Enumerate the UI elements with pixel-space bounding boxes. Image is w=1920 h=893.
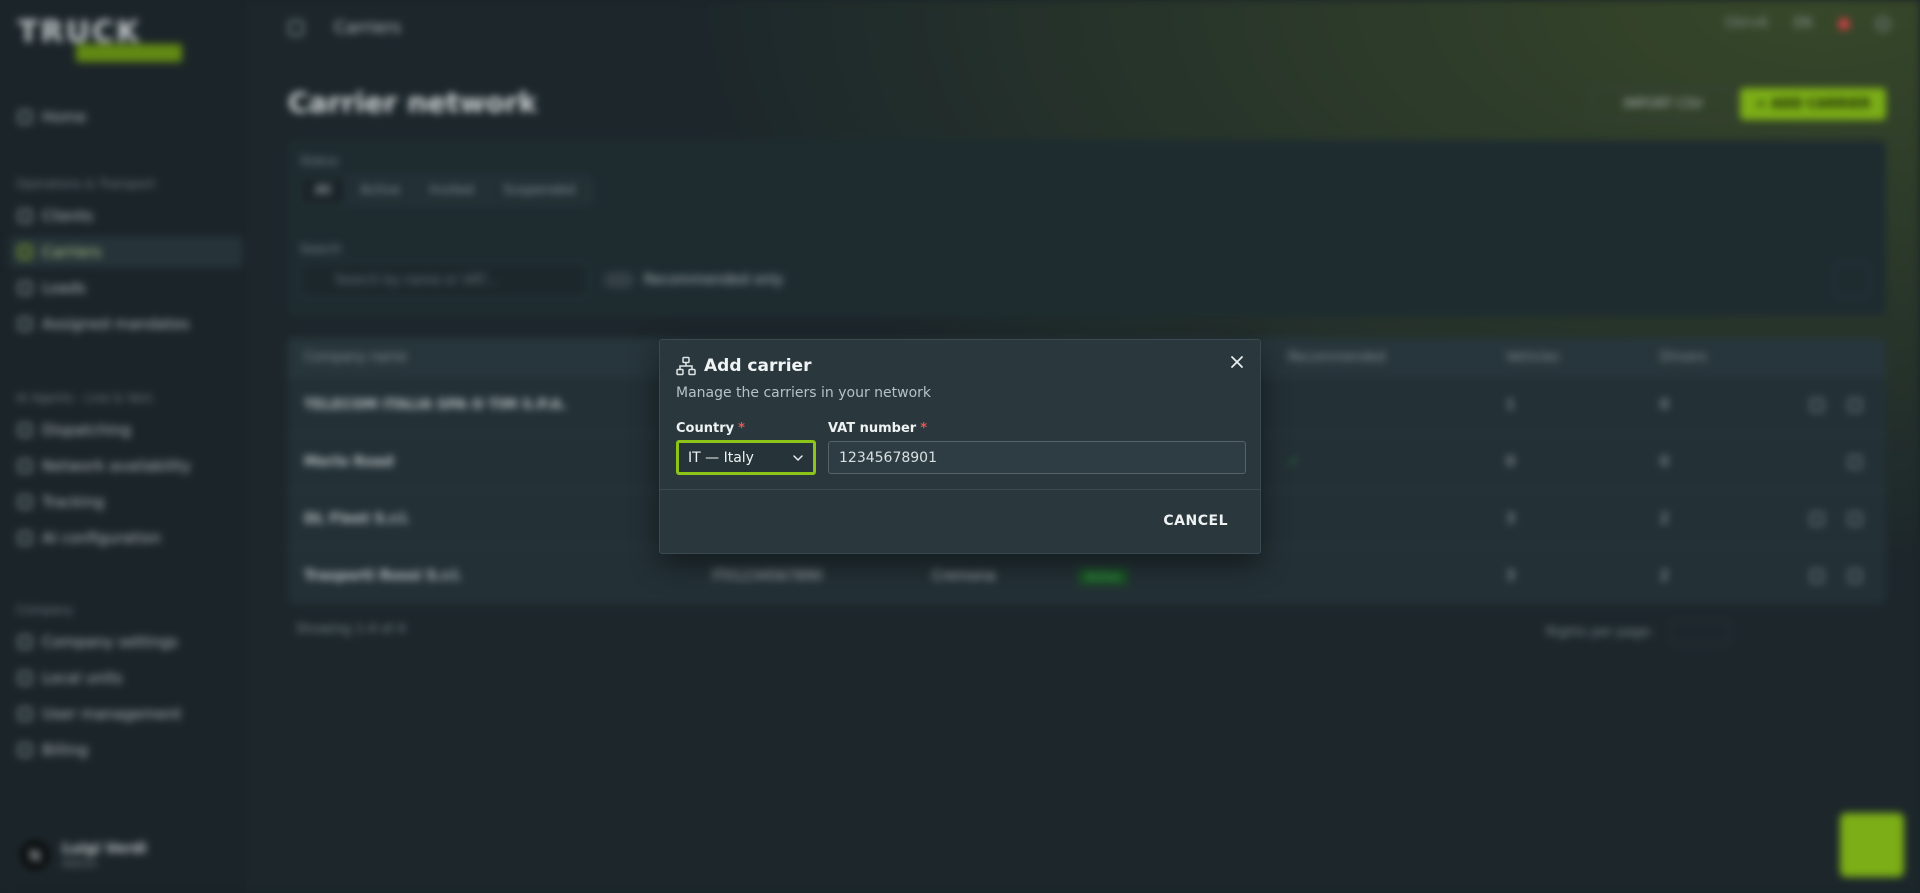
country-select-value: IT — Italy — [688, 449, 754, 466]
dialog-subtitle: Manage the carriers in your network — [676, 385, 932, 401]
dialog-header: Add carrier — [676, 356, 811, 376]
close-icon[interactable] — [1228, 353, 1246, 371]
network-icon — [676, 356, 696, 376]
vat-label-text: VAT number — [828, 421, 917, 436]
vat-label: VAT number * — [828, 421, 927, 436]
dialog-divider — [660, 489, 1260, 490]
country-select[interactable]: IT — Italy — [676, 440, 816, 475]
vat-number-input[interactable] — [828, 441, 1246, 474]
add-carrier-dialog: Add carrier Manage the carriers in your … — [659, 339, 1261, 554]
country-label: Country * — [676, 421, 745, 436]
dialog-title: Add carrier — [704, 356, 812, 376]
country-label-text: Country — [676, 421, 735, 436]
required-mark: * — [738, 421, 745, 436]
cancel-button[interactable]: CANCEL — [1157, 512, 1234, 530]
chevron-down-icon — [793, 455, 803, 462]
required-mark: * — [920, 421, 928, 436]
